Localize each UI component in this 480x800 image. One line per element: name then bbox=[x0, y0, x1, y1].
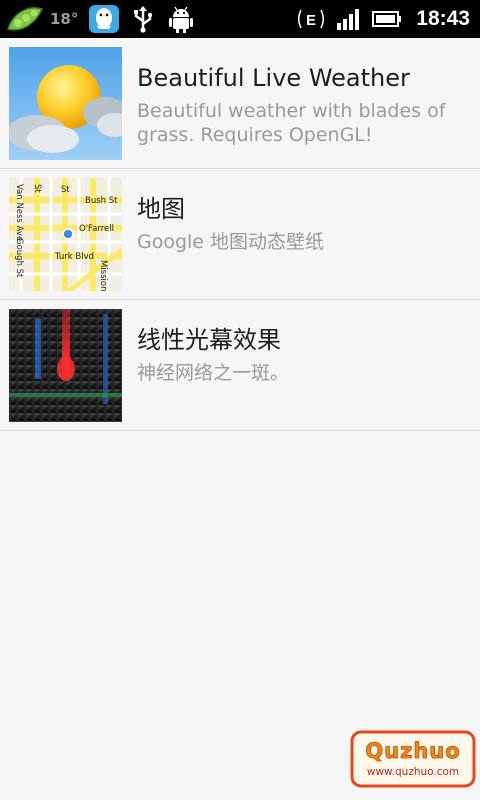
item-title: 地图 bbox=[137, 195, 185, 223]
item-title: 线性光幕效果 bbox=[137, 326, 281, 354]
map-thumbnail: Bush St O'Farrell Turk Blvd St Van Ness … bbox=[9, 178, 122, 291]
map-label-van-ness: Van Ness Ave bbox=[14, 184, 24, 241]
clock: 18:43 bbox=[416, 7, 470, 30]
usb-icon bbox=[132, 5, 154, 33]
list-item-beautiful-live-weather[interactable]: Beautiful Live Weather Beautiful weather… bbox=[0, 38, 480, 169]
network-type-icon: E bbox=[298, 6, 325, 32]
qq-notification-icon[interactable] bbox=[88, 4, 120, 34]
item-title: Beautiful Live Weather bbox=[137, 64, 410, 92]
map-label-st-2: St bbox=[32, 184, 42, 193]
android-debug-icon bbox=[168, 5, 194, 33]
peapod-icon bbox=[4, 3, 44, 35]
map-label-turk-blvd: Turk Blvd bbox=[54, 252, 94, 262]
temperature-text: 18° bbox=[50, 10, 79, 28]
watermark-logo: Quzhuo www.quzhuo.com bbox=[350, 728, 478, 792]
item-description: Google 地图动态壁纸 bbox=[137, 231, 325, 253]
map-label-gough-st: Gough St bbox=[14, 238, 24, 278]
list-item-maps[interactable]: Bush St O'Farrell Turk Blvd St Van Ness … bbox=[0, 169, 480, 300]
live-wallpaper-list: Beautiful Live Weather Beautiful weather… bbox=[0, 38, 480, 431]
map-label-st-1: St bbox=[61, 185, 70, 195]
item-description: 神经网络之一斑。 bbox=[137, 362, 290, 384]
watermark-url: www.quzhuo.com bbox=[367, 766, 459, 778]
neural-grid-thumbnail bbox=[9, 309, 122, 422]
watermark-brand: Quzhuo bbox=[365, 739, 460, 763]
battery-icon bbox=[372, 10, 402, 28]
weather-thumbnail bbox=[9, 47, 122, 160]
network-type-label: E bbox=[306, 12, 316, 29]
map-label-mission: Mission bbox=[98, 260, 108, 291]
list-item-neural-light-curtain[interactable]: 线性光幕效果 神经网络之一斑。 bbox=[0, 300, 480, 431]
status-bar: 18° E 18:43 bbox=[0, 0, 480, 38]
map-label-ofarrell: O'Farrell bbox=[79, 224, 114, 234]
item-description: Beautiful weather with blades of grass. … bbox=[137, 100, 446, 146]
signal-strength-icon bbox=[336, 7, 362, 31]
map-label-bush-st: Bush St bbox=[85, 196, 118, 206]
